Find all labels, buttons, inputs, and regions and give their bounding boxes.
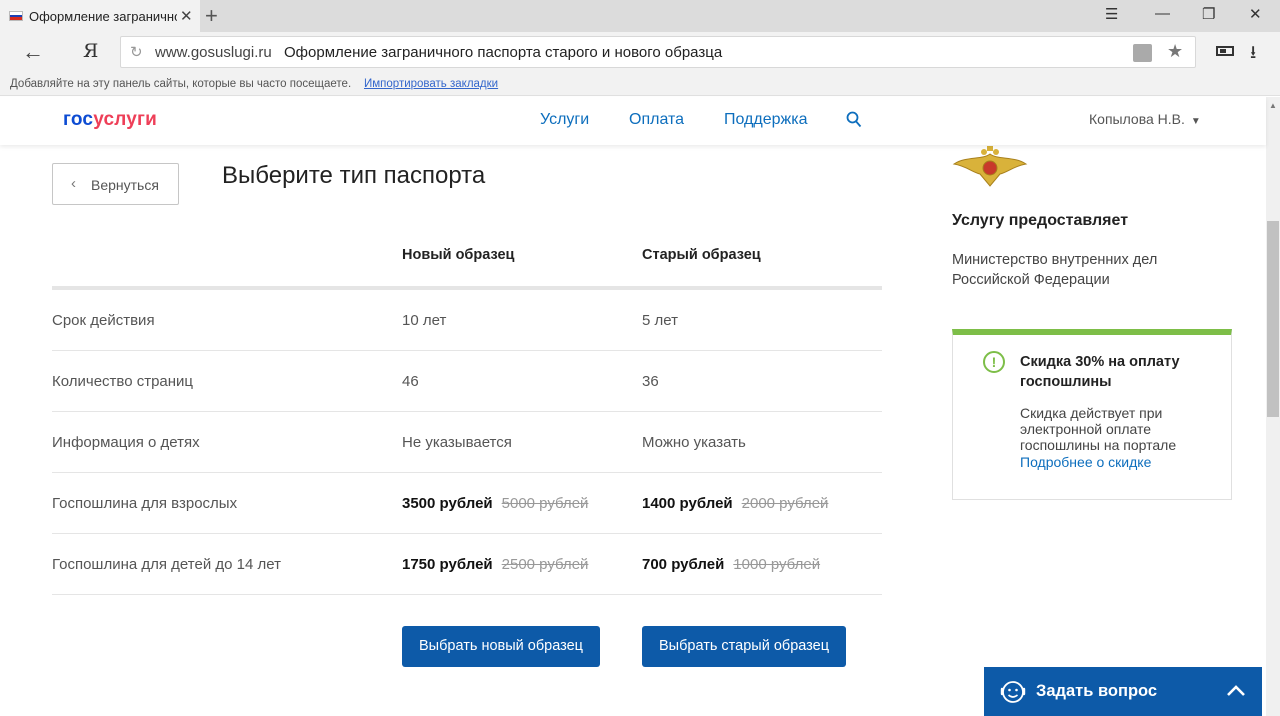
old-price-old: 2000 рублей [741,495,829,512]
discount-title: Скидка 30% на оплату госпошлины [1020,354,1180,390]
close-icon[interactable]: ✕ [180,7,193,25]
plus-icon[interactable]: + [205,3,218,29]
logo-part-gos: гос [63,109,94,130]
bookmarks-hint: Добавляйте на эту панель сайты, которые … [10,78,352,90]
row-label: Срок действия [52,312,155,329]
search-icon[interactable] [846,111,862,129]
table-row: Количество страниц 46 36 [52,351,882,412]
row-value-old: 5 лет [642,312,678,329]
table-row: Госпошлина для взрослых 3500 рублей 5000 … [52,473,882,534]
page-scrollbar[interactable]: ▲ [1266,97,1280,716]
discount-text: Скидка действует при электронной оплате … [1020,405,1177,453]
row-value-new: Не указывается [402,434,512,451]
chevron-left-icon: ‹ [71,175,76,192]
row-value-old: 1400 рублей 2000 рублей [642,495,828,512]
row-value-new: 3500 рублей 5000 рублей [402,495,588,512]
choose-old-button[interactable]: Выбрать старый образец [642,626,846,667]
row-value-new: 46 [402,373,419,390]
price-new: 1750 рублей [402,556,493,573]
row-value-old: Можно указать [642,434,746,451]
row-value-new: 10 лет [402,312,447,329]
scrollbar-thumb[interactable] [1267,221,1279,417]
column-header-new: Новый образец [402,247,515,263]
price-old: 700 рублей [642,556,725,573]
logo-part-uslugi: услуги [93,109,158,130]
address-bar-row: ← Я ↻ www.gosuslugi.ru Оформление загран… [0,32,1280,72]
row-label: Информация о детях [52,434,200,451]
row-label: Госпошлина для детей до 14 лет [52,556,281,573]
info-icon: ! [983,351,1005,373]
caret-down-icon: ▼ [1190,116,1201,127]
minimize-icon[interactable]: — [1155,5,1170,22]
price-old: 1400 рублей [642,495,733,512]
yandex-icon[interactable]: Я [83,40,98,62]
row-label: Количество страниц [52,373,194,390]
discount-details-link[interactable]: Подробнее о скидке [1020,454,1151,470]
restore-icon[interactable]: ❐ [1202,5,1215,23]
row-label: Госпошлина для взрослых [52,495,238,512]
chevron-up-icon[interactable] [1224,679,1248,703]
old-price-new: 2500 рублей [501,556,589,573]
nav-support[interactable]: Поддержка [724,111,807,129]
discount-card: ! Скидка 30% на оплату госпошлины Скидка… [952,329,1232,500]
url-field[interactable]: ↻ www.gosuslugi.ru Оформление загранично… [120,36,1196,68]
chat-face-icon [1000,681,1026,703]
url-page-title: Оформление заграничного паспорта старого… [284,44,723,61]
provider-name: Министерство внутренних дел Российской Ф… [952,252,1158,288]
back-button[interactable]: ‹ Вернуться [52,163,179,205]
row-value-old: 700 рублей 1000 рублей [642,556,820,573]
browser-tabbar: Оформление загранично ✕ + ☰ — ❐ ✕ [0,0,1280,32]
column-header-old: Старый образец [642,247,761,263]
star-icon[interactable]: ★ [1167,41,1183,62]
gosuslugi-logo[interactable]: госуслуги [63,109,157,131]
old-price-old: 1000 рублей [733,556,821,573]
choose-new-button[interactable]: Выбрать новый образец [402,626,600,667]
table-row: Госпошлина для детей до 14 лет 1750 рубл… [52,534,882,595]
site-header: госуслуги Услуги Оплата Поддержка Копыло… [0,97,1266,145]
back-button-label: Вернуться [91,177,159,193]
russian-flag-icon [9,11,23,21]
ask-question-label: Задать вопрос [1036,682,1158,700]
price-new: 3500 рублей [402,495,493,512]
old-price-new: 5000 рублей [501,495,589,512]
table-row: Срок действия 10 лет 5 лет [52,290,882,351]
row-value-old: 36 [642,373,659,390]
tab-title: Оформление загранично [29,9,177,24]
back-arrow-icon[interactable]: ← [22,39,44,65]
ask-question-bar[interactable]: Задать вопрос [984,667,1262,716]
extension-icon[interactable] [1133,44,1152,62]
download-icon[interactable]: ⭳ [1250,40,1256,70]
scroll-up-icon[interactable]: ▲ [1269,101,1277,110]
browser-tab[interactable]: Оформление загранично ✕ [0,0,200,32]
reload-icon[interactable]: ↻ [130,43,143,61]
import-bookmarks-link[interactable]: Импортировать закладки [364,78,498,90]
close-window-icon[interactable]: ✕ [1249,5,1262,23]
page-title: Выберите тип паспорта [222,162,486,189]
table-row: Информация о детях Не указывается Можно … [52,412,882,473]
emblem-icon [952,146,1028,187]
user-menu[interactable]: Копылова Н.В. ▼ [1089,111,1201,127]
nav-payment[interactable]: Оплата [629,111,684,129]
menu-icon[interactable]: ☰ [1105,5,1118,23]
nav-services[interactable]: Услуги [540,111,589,129]
bookmarks-bar: Добавляйте на эту панель сайты, которые … [0,72,1280,96]
row-value-new: 1750 рублей 2500 рублей [402,556,588,573]
provider-title: Услугу предоставляет [952,212,1129,229]
url-domain: www.gosuslugi.ru [155,44,272,61]
user-name: Копылова Н.В. [1089,111,1185,127]
battery-icon[interactable] [1216,46,1234,56]
